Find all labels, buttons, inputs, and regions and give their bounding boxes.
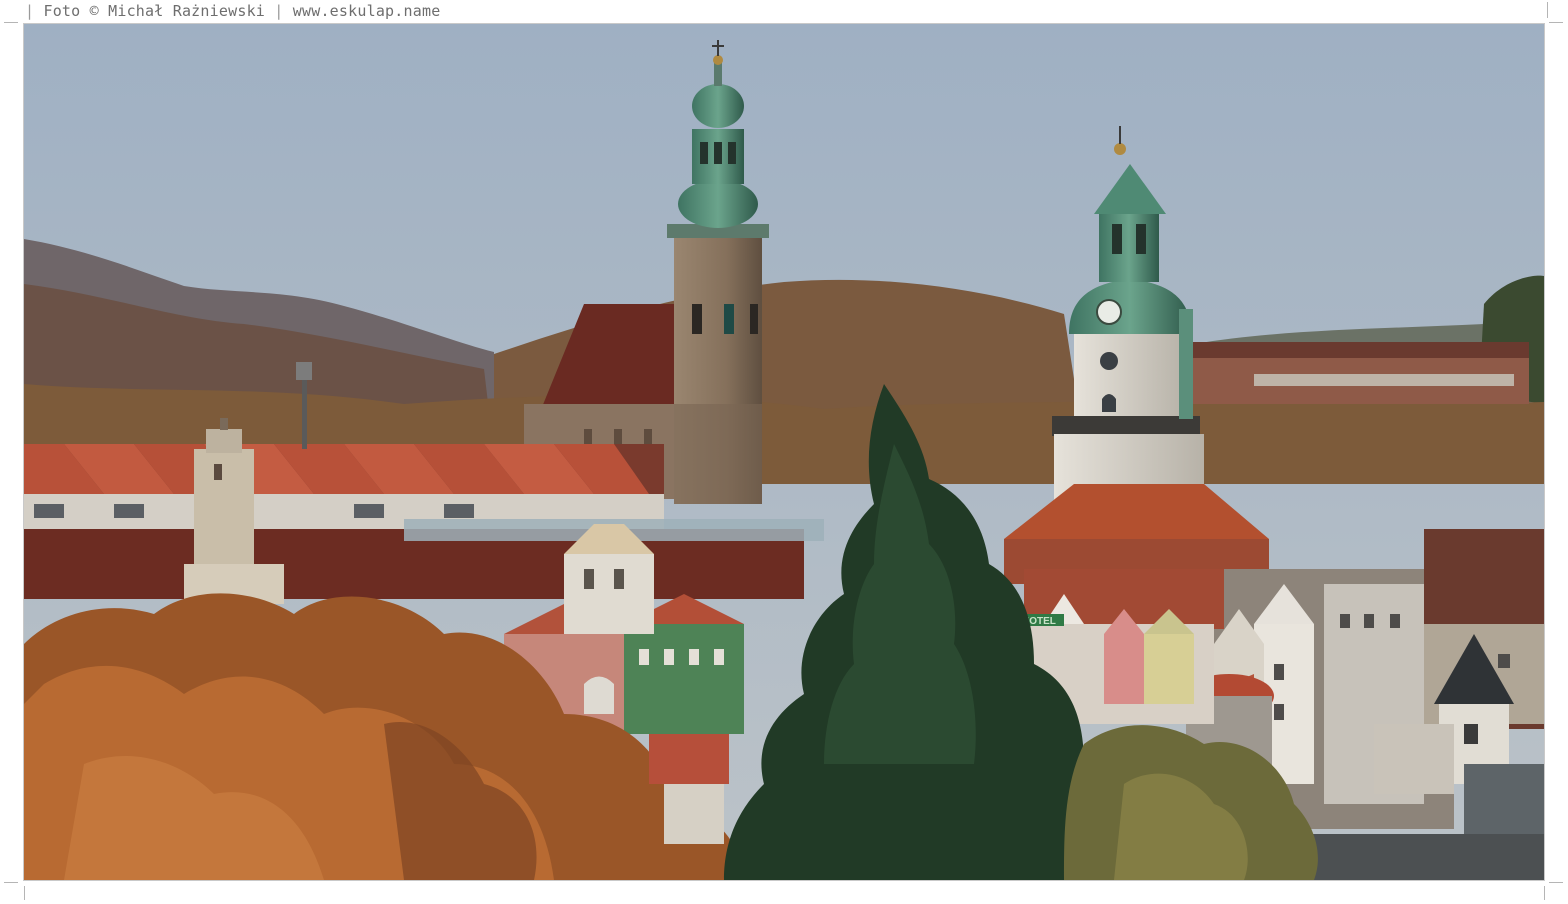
caption-divider: |: [274, 2, 284, 20]
cityscape-illustration: HOTEL: [24, 24, 1544, 880]
caption-copyright-symbol: ©: [89, 2, 99, 20]
crop-mark-bottom-right-vertical: [1544, 886, 1545, 900]
caption-website: www.eskulap.name: [292, 2, 441, 20]
cityscape-photo: HOTEL: [23, 23, 1545, 881]
crop-mark-bottom-left-vertical: [24, 886, 25, 900]
crop-mark-bottom-left: [4, 882, 18, 883]
crop-mark-bottom-right: [1549, 882, 1563, 883]
caption-prefix: Foto: [43, 2, 81, 20]
caption-author: Michał Rażniewski: [108, 2, 266, 20]
crop-mark-top-left: [4, 22, 18, 23]
caption-divider-left: |: [25, 2, 35, 20]
photo-credit-caption: | Foto © Michał Rażniewski | www.eskulap…: [25, 1, 440, 21]
crop-mark-top-right-vertical: [1547, 2, 1548, 18]
crop-mark-top-right: [1549, 22, 1563, 23]
